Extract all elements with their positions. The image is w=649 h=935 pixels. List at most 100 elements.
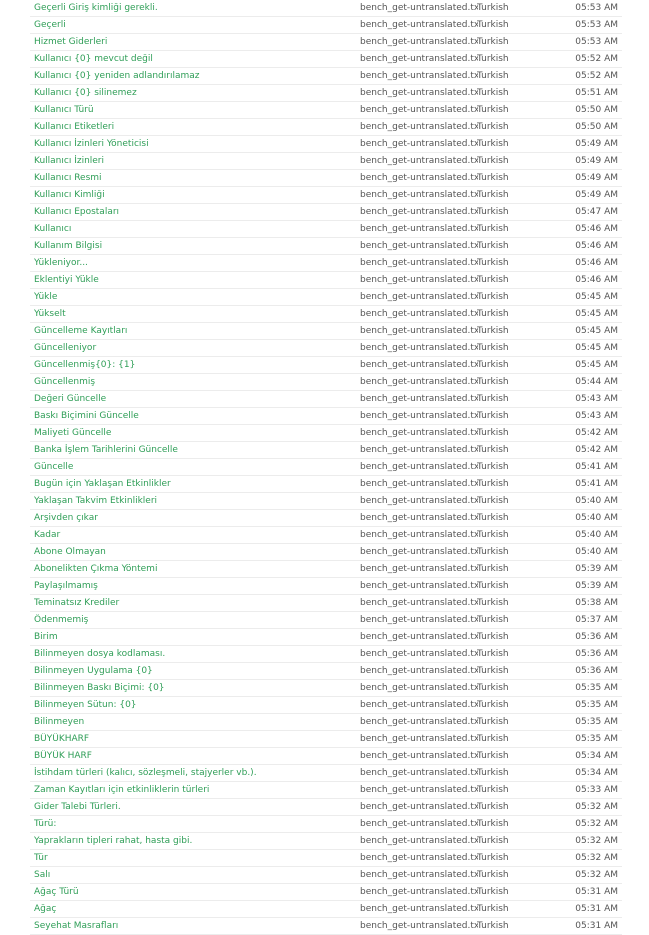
source-text-link[interactable]: Kadar <box>34 529 354 541</box>
source-text-link[interactable]: Geçerli <box>34 19 354 31</box>
table-row: Seyehat Masrafları bench_get-untranslated… <box>30 918 622 935</box>
source-text-link[interactable]: Kullanıcı {0} mevcut değil <box>34 53 354 65</box>
source-text-link[interactable]: Kullanıcı Resmi <box>34 172 354 184</box>
source-text-link[interactable]: İstihdam türleri (kalıcı, sözleşmeli, st… <box>34 767 354 779</box>
source-text-link[interactable]: Kullanıcı {0} yeniden adlandırılamaz <box>34 70 354 82</box>
source-text-link[interactable]: Gider Talebi Türleri. <box>34 801 354 813</box>
source-text-link[interactable]: Salı <box>34 869 354 881</box>
source-text-link[interactable]: Ağaç Türü <box>34 886 354 898</box>
file-name: bench_get-untranslated.txt <box>360 343 478 353</box>
timestamp: 05:46 AM <box>575 258 618 268</box>
timestamp: 05:51 AM <box>575 88 618 98</box>
source-text-link[interactable]: Yükleniyor... <box>34 257 354 269</box>
source-text-link[interactable]: Kullanım Bilgisi <box>34 240 354 252</box>
source-text-link[interactable]: Yükle <box>34 291 354 303</box>
source-text-link[interactable]: BÜYÜKHARF <box>34 733 354 745</box>
file-name: bench_get-untranslated.txt <box>360 547 478 557</box>
timestamp: 05:43 AM <box>575 394 618 404</box>
source-text-link[interactable]: Baskı Biçimini Güncelle <box>34 410 354 422</box>
file-name: bench_get-untranslated.txt <box>360 530 478 540</box>
source-text-link[interactable]: Paylaşılmamış <box>34 580 354 592</box>
timestamp: 05:34 AM <box>575 768 618 778</box>
timestamp: 05:39 AM <box>575 581 618 591</box>
file-name: bench_get-untranslated.txt <box>360 428 478 438</box>
language-name: Turkish <box>477 564 509 574</box>
source-text-link[interactable]: Ağaç <box>34 903 354 915</box>
table-row: Ödenmemiş bench_get-untranslated.txt Turki… <box>30 612 622 629</box>
table-row: Kullanıcı İzinleri bench_get-untranslated… <box>30 153 622 170</box>
timestamp: 05:49 AM <box>575 173 618 183</box>
source-text-link[interactable]: Geçerli Giriş kimliği gerekli. <box>34 2 354 14</box>
table-row: Paylaşılmamış bench_get-untranslated.txt T… <box>30 578 622 595</box>
source-text-link[interactable]: Yaprakların tipleri rahat, hasta gibi. <box>34 835 354 847</box>
source-text-link[interactable]: Abone Olmayan <box>34 546 354 558</box>
file-name: bench_get-untranslated.txt <box>360 20 478 30</box>
source-text-link[interactable]: Türü: <box>34 818 354 830</box>
table-row: Güncelleme Kayıtları bench_get-untranslat… <box>30 323 622 340</box>
source-text-link[interactable]: BÜYÜK HARF <box>34 750 354 762</box>
source-text-link[interactable]: Bilinmeyen Sütun: {0} <box>34 699 354 711</box>
table-row: Kullanıcı Epostaları bench_get-untranslat… <box>30 204 622 221</box>
source-text-link[interactable]: Kullanıcı Epostaları <box>34 206 354 218</box>
file-name: bench_get-untranslated.txt <box>360 751 478 761</box>
timestamp: 05:53 AM <box>575 3 618 13</box>
language-name: Turkish <box>477 700 509 710</box>
file-name: bench_get-untranslated.txt <box>360 88 478 98</box>
file-name: bench_get-untranslated.txt <box>360 411 478 421</box>
file-name: bench_get-untranslated.txt <box>360 802 478 812</box>
source-text-link[interactable]: Güncelleme Kayıtları <box>34 325 354 337</box>
source-text-link[interactable]: Bilinmeyen dosya kodlaması. <box>34 648 354 660</box>
language-name: Turkish <box>477 343 509 353</box>
source-text-link[interactable]: Kullanıcı <box>34 223 354 235</box>
file-name: bench_get-untranslated.txt <box>360 360 478 370</box>
language-name: Turkish <box>477 207 509 217</box>
language-name: Turkish <box>477 904 509 914</box>
table-row: Yükleniyor... bench_get-untranslated.txt T… <box>30 255 622 272</box>
source-text-link[interactable]: Arşivden çıkar <box>34 512 354 524</box>
timestamp: 05:49 AM <box>575 190 618 200</box>
source-text-link[interactable]: Maliyeti Güncelle <box>34 427 354 439</box>
source-text-link[interactable]: Eklentiyi Yükle <box>34 274 354 286</box>
source-text-link[interactable]: Bilinmeyen Uygulama {0} <box>34 665 354 677</box>
file-name: bench_get-untranslated.txt <box>360 139 478 149</box>
file-name: bench_get-untranslated.txt <box>360 105 478 115</box>
source-text-link[interactable]: Kullanıcı Türü <box>34 104 354 116</box>
source-text-link[interactable]: Teminatsız Krediler <box>34 597 354 609</box>
source-text-link[interactable]: Hizmet Giderleri <box>34 36 354 48</box>
language-name: Turkish <box>477 751 509 761</box>
source-text-link[interactable]: Yükselt <box>34 308 354 320</box>
source-text-link[interactable]: Güncelle <box>34 461 354 473</box>
table-row: BÜYÜKHARF bench_get-untranslated.txt Turki… <box>30 731 622 748</box>
table-row: Geçerli Giriş kimliği gerekli. bench_get-… <box>30 0 622 17</box>
source-text-link[interactable]: Güncelleniyor <box>34 342 354 354</box>
timestamp: 05:35 AM <box>575 717 618 727</box>
source-text-link[interactable]: Banka İşlem Tarihlerini Güncelle <box>34 444 354 456</box>
source-text-link[interactable]: Yaklaşan Takvim Etkinlikleri <box>34 495 354 507</box>
source-text-link[interactable]: Kullanıcı {0} silinemez <box>34 87 354 99</box>
timestamp: 05:31 AM <box>575 904 618 914</box>
source-text-link[interactable]: Tür <box>34 852 354 864</box>
timestamp: 05:50 AM <box>575 105 618 115</box>
language-name: Turkish <box>477 768 509 778</box>
source-text-link[interactable]: Ödenmemiş <box>34 614 354 626</box>
source-text-link[interactable]: Kullanıcı İzinleri Yöneticisi <box>34 138 354 150</box>
source-text-link[interactable]: Birim <box>34 631 354 643</box>
source-text-link[interactable]: Bugün için Yaklaşan Etkinlikler <box>34 478 354 490</box>
source-text-link[interactable]: Güncellenmiş <box>34 376 354 388</box>
timestamp: 05:32 AM <box>575 853 618 863</box>
file-name: bench_get-untranslated.txt <box>360 887 478 897</box>
source-text-link[interactable]: Kullanıcı Etiketleri <box>34 121 354 133</box>
source-text-link[interactable]: Abonelikten Çıkma Yöntemi <box>34 563 354 575</box>
source-text-link[interactable]: Kullanıcı İzinleri <box>34 155 354 167</box>
timestamp: 05:45 AM <box>575 309 618 319</box>
source-text-link[interactable]: Bilinmeyen <box>34 716 354 728</box>
source-text-link[interactable]: Seyehat Masrafları <box>34 920 354 932</box>
source-text-link[interactable]: Güncellenmiş{0}: {1} <box>34 359 354 371</box>
source-text-link[interactable]: Zaman Kayıtları için etkinliklerin türle… <box>34 784 354 796</box>
source-text-link[interactable]: Bilinmeyen Baskı Biçimi: {0} <box>34 682 354 694</box>
language-name: Turkish <box>477 20 509 30</box>
source-text-link[interactable]: Değeri Güncelle <box>34 393 354 405</box>
language-name: Turkish <box>477 394 509 404</box>
language-name: Turkish <box>477 496 509 506</box>
source-text-link[interactable]: Kullanıcı Kimliği <box>34 189 354 201</box>
